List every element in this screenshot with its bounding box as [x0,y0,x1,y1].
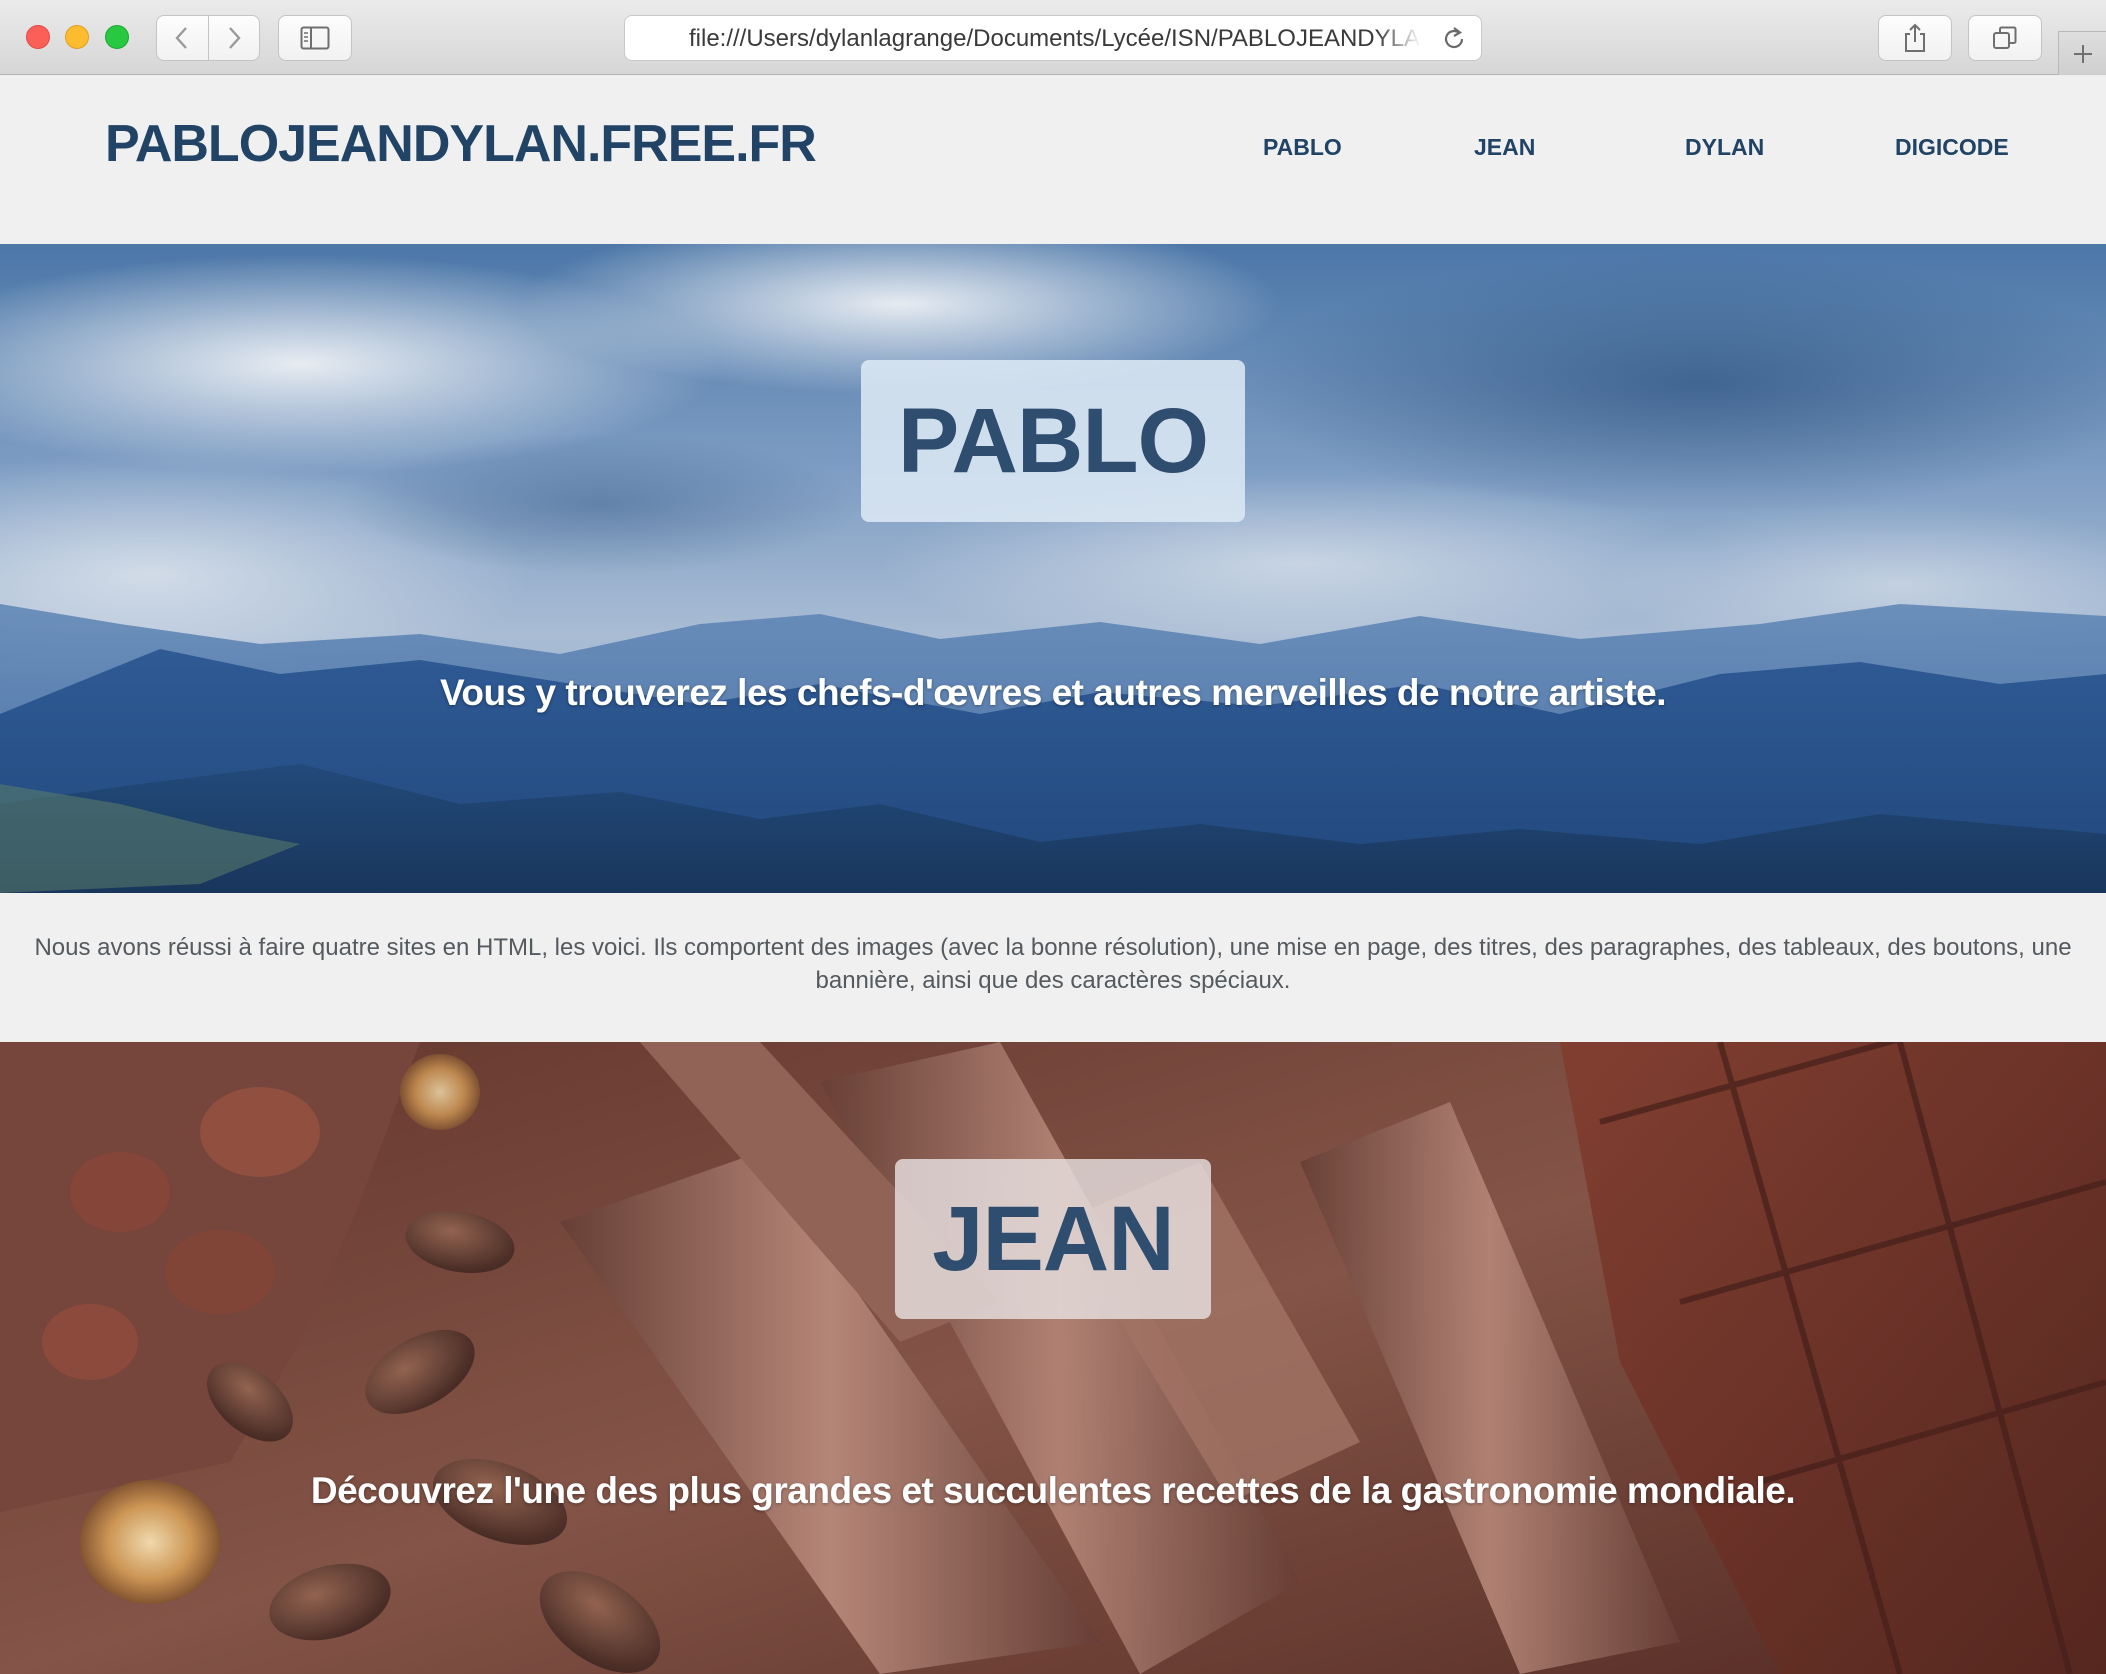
jean-hero-banner: JEAN Découvrez l'une des plus grandes et… [0,1042,2106,1674]
sidebar-toggle-button[interactable] [278,15,352,61]
reload-icon[interactable] [1441,26,1467,52]
chocolate-image [0,1042,2106,1674]
mountain-landscape-image [0,244,2106,893]
sidebar-icon [300,26,330,50]
chevron-right-icon [228,27,241,49]
show-tabs-button[interactable] [1968,15,2042,61]
pablo-hero-banner: PABLO Vous y trouverez les chefs-d'œvres… [0,244,2106,893]
maximize-window-button[interactable] [105,25,129,49]
tabs-icon [1993,26,2017,49]
pablo-title: PABLO [897,389,1209,492]
nav-link-jean[interactable]: JEAN [1474,134,1535,161]
nav-link-pablo[interactable]: PABLO [1263,134,1342,161]
forward-button[interactable] [207,16,260,60]
nav-link-dylan[interactable]: DYLAN [1685,134,1764,161]
site-header: PABLOJEANDYLAN.FREE.FR PABLO JEAN DYLAN … [0,76,2106,244]
intro-paragraph: Nous avons réussi à faire quatre sites e… [0,893,2106,1042]
history-navigation [156,15,260,61]
new-tab-button[interactable] [2058,31,2106,75]
address-bar[interactable]: file:///Users/dylanlagrange/Documents/Ly… [624,15,1482,61]
plus-icon [2073,44,2092,63]
address-url[interactable]: file:///Users/dylanlagrange/Documents/Ly… [689,16,1421,62]
nav-link-digicode[interactable]: DIGICODE [1895,134,2009,161]
minimize-window-button[interactable] [65,25,89,49]
jean-title: JEAN [932,1187,1174,1290]
jean-title-box: JEAN [895,1159,1211,1319]
chevron-left-icon [175,27,188,49]
share-icon [1905,23,1925,52]
site-logo[interactable]: PABLOJEANDYLAN.FREE.FR [105,114,817,174]
close-window-button[interactable] [26,25,50,49]
browser-toolbar: file:///Users/dylanlagrange/Documents/Ly… [0,0,2106,75]
jean-subtitle: Découvrez l'une des plus grandes et succ… [310,1470,1796,1511]
pablo-title-box: PABLO [861,360,1245,522]
back-button[interactable] [157,16,208,60]
pablo-subtitle: Vous y trouverez les chefs-d'œvres et au… [440,672,1667,713]
share-button[interactable] [1878,15,1952,61]
